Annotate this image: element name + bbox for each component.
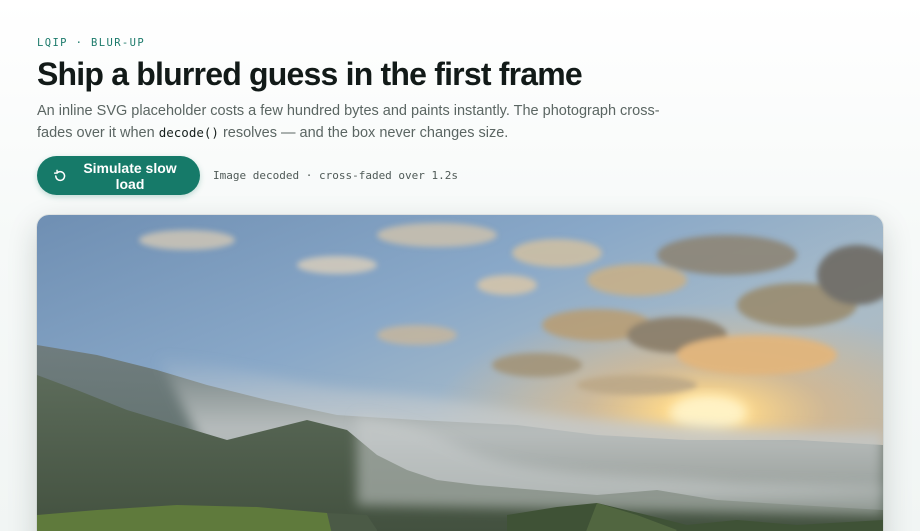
status-text: Image decoded · cross-faded over 1.2s bbox=[213, 169, 459, 182]
action-row: Simulate slow load Image decoded · cross… bbox=[37, 156, 458, 195]
page-title: Ship a blurred guess in the first frame bbox=[37, 56, 583, 92]
eyebrow-label: LQIP · BLUR-UP bbox=[37, 37, 146, 49]
simulate-slow-load-button[interactable]: Simulate slow load bbox=[37, 156, 200, 195]
reload-icon bbox=[53, 169, 67, 183]
lede-text-end: resolves — and the box never changes siz… bbox=[218, 125, 509, 141]
decode-code: decode() bbox=[158, 125, 219, 140]
photo-frame bbox=[37, 215, 883, 531]
lede-paragraph: An inline SVG placeholder costs a few hu… bbox=[37, 101, 677, 144]
simulate-slow-load-label: Simulate slow load bbox=[83, 159, 177, 192]
landscape-photo bbox=[37, 215, 883, 531]
